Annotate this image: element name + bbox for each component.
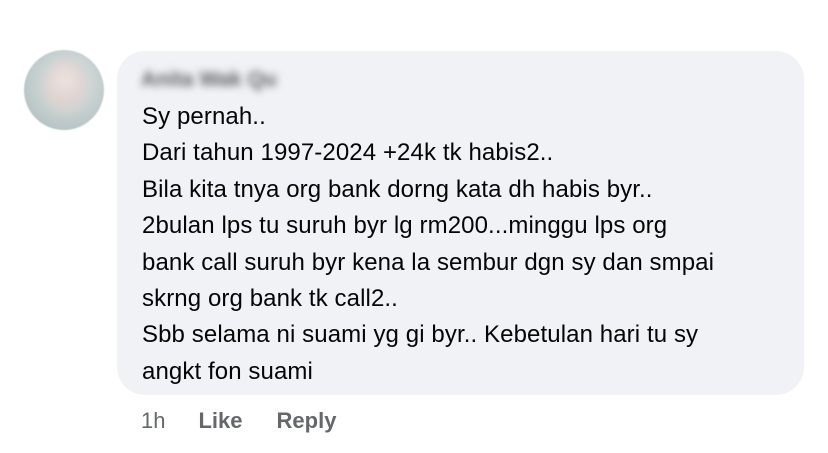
comment-text: Sy pernah.. Dari tahun 1997-2024 +24k tk…: [142, 99, 714, 390]
comment-line: 2bulan lps tu suruh byr lg rm200...mingg…: [142, 212, 668, 240]
comment-line: Dari tahun 1997-2024 +24k tk habis2..: [142, 139, 554, 167]
comment-line: Sbb selama ni suami yg gi byr.. Kebetula…: [142, 321, 699, 349]
like-button[interactable]: Like: [198, 408, 242, 434]
comment-bubble: Anita Wak Qu Sy pernah.. Dari tahun 1997…: [117, 51, 804, 395]
reply-button[interactable]: Reply: [277, 408, 337, 434]
avatar-photo: [46, 62, 84, 114]
comment-line: skrng org bank tk call2..: [142, 284, 398, 312]
comment-timestamp[interactable]: 1h: [141, 408, 165, 434]
comment-line: Bila kita tnya org bank dorng kata dh ha…: [142, 175, 653, 203]
comment-line: angkt fon suami: [142, 357, 313, 385]
avatar[interactable]: [24, 50, 104, 130]
comment-actions: 1h Like Reply: [141, 405, 370, 437]
comment-line: bank call suruh byr kena la sembur dgn s…: [142, 248, 715, 276]
comment-author[interactable]: Anita Wak Qu: [141, 68, 277, 92]
comment-line: Sy pernah..: [142, 103, 266, 130]
